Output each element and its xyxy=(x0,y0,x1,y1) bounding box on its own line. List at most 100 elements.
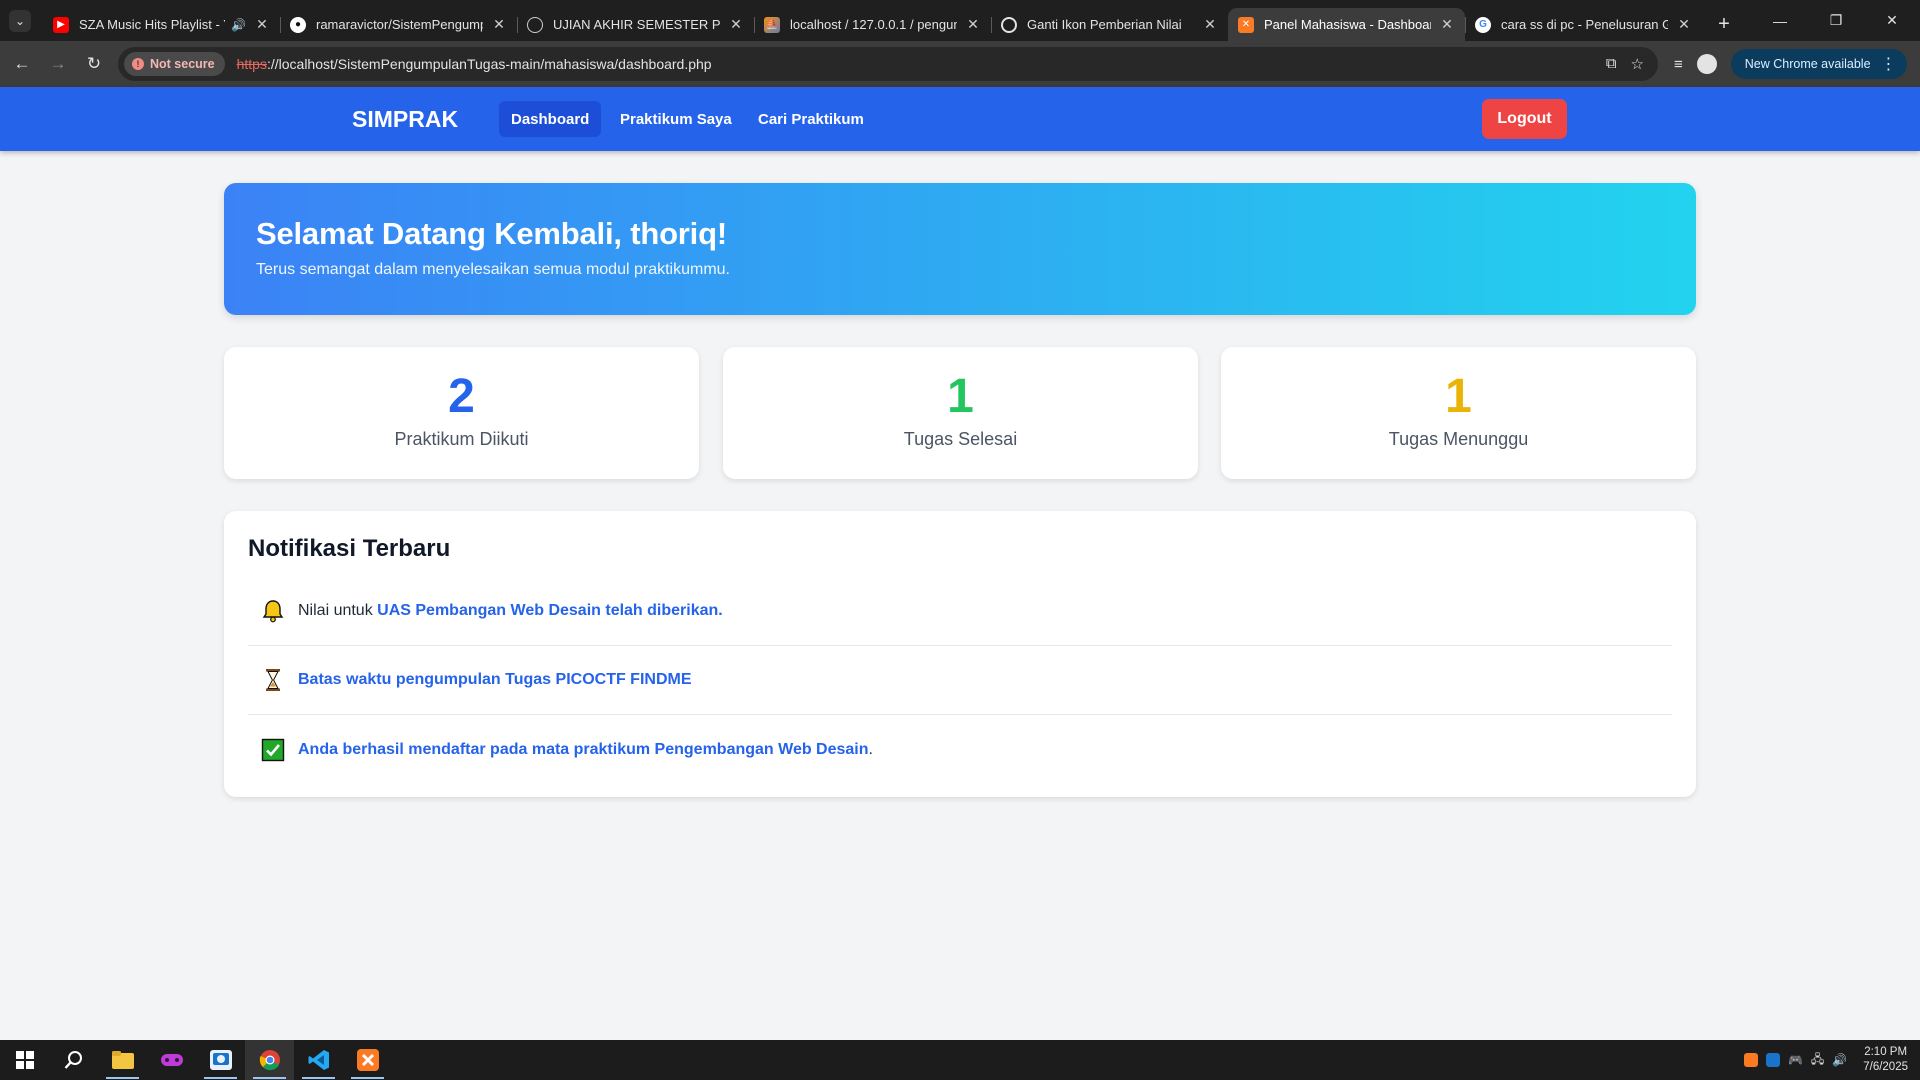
app-tray-icon[interactable] xyxy=(1765,1053,1780,1067)
browser-tab[interactable]: UJIAN AKHIR SEMESTER PDW.pdf ✕ xyxy=(517,8,754,41)
xampp-icon: ✕ xyxy=(1238,16,1254,33)
site-security-chip[interactable]: ! Not secure xyxy=(124,52,225,76)
stat-card-tugas-selesai: 1 Tugas Selesai xyxy=(723,347,1198,479)
tab-title: Panel Mahasiswa - Dashboard xyxy=(1264,17,1431,32)
address-bar[interactable]: ! Not secure https://localhost/SistemPen… xyxy=(118,47,1658,81)
forward-button[interactable]: → xyxy=(40,46,76,82)
browser-tab[interactable]: G cara ss di pc - Penelusuran Google ✕ xyxy=(1465,8,1702,41)
nav-dashboard[interactable]: Dashboard xyxy=(499,101,602,137)
chatgpt-icon xyxy=(1001,16,1017,33)
chrome-icon[interactable] xyxy=(245,1040,294,1080)
nav-praktikum-saya[interactable]: Praktikum Saya xyxy=(608,101,744,137)
search-icon[interactable] xyxy=(49,1040,98,1080)
phpmyadmin-icon: ⛵ xyxy=(764,16,780,33)
tab-title: ramaravictor/SistemPengumpulanTugas xyxy=(316,17,483,32)
file-explorer-icon[interactable] xyxy=(98,1040,147,1080)
tab-title: localhost / 127.0.0.1 / pengumpulan xyxy=(790,17,957,32)
hourglass-icon xyxy=(260,667,286,693)
clock-time: 2:10 PM xyxy=(1864,1046,1908,1058)
new-tab-button[interactable]: + xyxy=(1710,13,1738,36)
logout-button[interactable]: Logout xyxy=(1482,99,1567,139)
xampp-tray-icon[interactable] xyxy=(1743,1053,1758,1067)
nav-cari-praktikum[interactable]: Cari Praktikum xyxy=(746,101,876,137)
update-label: New Chrome available xyxy=(1744,57,1871,71)
checkbox-icon xyxy=(260,737,286,763)
welcome-banner: Selamat Datang Kembali, thoriq! Terus se… xyxy=(224,183,1696,315)
notification-item: Nilai untuk UAS Pembangan Web Desain tel… xyxy=(248,577,1672,646)
tab-title: cara ss di pc - Penelusuran Google xyxy=(1501,17,1668,32)
network-icon[interactable]: 🖧 xyxy=(1811,1050,1824,1071)
security-label: Not secure xyxy=(150,57,215,71)
notification-suffix: . xyxy=(868,740,873,758)
notifications-title: Notifikasi Terbaru xyxy=(248,535,451,562)
browser-tab[interactable]: Ganti Ikon Pemberian Nilai ✕ xyxy=(991,8,1228,41)
stat-label: Tugas Selesai xyxy=(903,429,1018,449)
globe-icon xyxy=(527,16,543,33)
stat-label: Tugas Menunggu xyxy=(1388,429,1529,449)
notification-link[interactable]: Anda berhasil mendaftar pada mata prakti… xyxy=(298,741,869,759)
chat-app-icon[interactable] xyxy=(196,1040,245,1080)
stat-card-praktikum: 2 Praktikum Diikuti xyxy=(224,347,699,479)
browser-tab[interactable]: ● ramaravictor/SistemPengumpulanTugas ✕ xyxy=(280,8,517,41)
browser-tab[interactable]: ⛵ localhost / 127.0.0.1 / pengumpulan ✕ xyxy=(754,8,991,41)
tab-title: UJIAN AKHIR SEMESTER PDW.pdf xyxy=(553,17,720,32)
browser-toolbar: ← → ↻ ! Not secure https://localhost/Sis… xyxy=(0,41,1920,87)
notification-item: Batas waktu pengumpulan Tugas PICOCTF FI… xyxy=(248,646,1672,715)
close-icon[interactable]: ✕ xyxy=(1202,16,1218,33)
tab-title: Ganti Ikon Pemberian Nilai xyxy=(1027,17,1182,32)
browser-tab-active[interactable]: ✕ Panel Mahasiswa - Dashboard ✕ xyxy=(1228,8,1465,41)
browser-tab[interactable]: ▶ SZA Music Hits Playlist - YouTube 🔊 ✕ xyxy=(43,8,280,41)
bookmark-star-icon[interactable]: ☆ xyxy=(1631,55,1644,73)
welcome-subtitle: Terus semangat dalam menyelesaikan semua… xyxy=(256,261,730,278)
notification-link[interactable]: Batas waktu pengumpulan Tugas PICOCTF FI… xyxy=(298,671,692,689)
back-button[interactable]: ← xyxy=(4,46,40,82)
window-controls: — ❐ ✕ xyxy=(1752,0,1920,41)
speaker-icon[interactable]: 🔊 xyxy=(231,18,246,32)
close-icon[interactable]: ✕ xyxy=(1676,16,1692,33)
close-icon[interactable]: ✕ xyxy=(491,16,507,33)
notification-link[interactable]: UAS Pembangan Web Desain telah diberikan… xyxy=(377,602,723,620)
reload-button[interactable]: ↻ xyxy=(76,46,112,82)
translate-icon[interactable]: ⧉ xyxy=(1606,55,1617,73)
brand-logo[interactable]: SIMPRAK xyxy=(352,106,458,133)
close-icon[interactable]: ✕ xyxy=(1439,16,1455,33)
media-controls-icon[interactable]: ≡ xyxy=(1674,56,1683,73)
vscode-icon[interactable] xyxy=(294,1040,343,1080)
update-chrome-button[interactable]: New Chrome available ⋮ xyxy=(1730,49,1907,79)
xampp-icon[interactable] xyxy=(343,1040,392,1080)
stat-label: Praktikum Diikuti xyxy=(394,429,529,449)
close-icon[interactable]: ✕ xyxy=(254,16,270,33)
restore-icon[interactable]: ❐ xyxy=(1808,0,1864,41)
clock[interactable]: 2:10 PM 7/6/2025 xyxy=(1863,1045,1908,1075)
app-navbar: SIMPRAK Dashboard Praktikum Saya Cari Pr… xyxy=(0,87,1920,151)
windows-taskbar: 🎮 🖧 🔊 2:10 PM 7/6/2025 xyxy=(0,1040,1920,1080)
notifications-panel: Notifikasi Terbaru Nilai untuk UAS Pemba… xyxy=(224,511,1696,797)
notification-prefix: Nilai untuk xyxy=(298,602,378,619)
windows-start-icon[interactable] xyxy=(0,1040,49,1080)
close-window-icon[interactable]: ✕ xyxy=(1864,0,1920,41)
controller-tray-icon[interactable]: 🎮 xyxy=(1788,1053,1803,1067)
url-path: ://localhost/SistemPengumpulanTugas-main… xyxy=(266,56,712,72)
bell-icon xyxy=(260,598,286,624)
url-scheme: https xyxy=(236,56,267,72)
warning-icon: ! xyxy=(132,58,144,70)
github-icon: ● xyxy=(290,16,306,33)
kebab-menu-icon[interactable]: ⋮ xyxy=(1881,54,1897,74)
url-text[interactable]: https://localhost/SistemPengumpulanTugas… xyxy=(237,56,712,72)
profile-avatar[interactable] xyxy=(1696,54,1717,74)
welcome-title: Selamat Datang Kembali, thoriq! xyxy=(256,216,727,251)
game-controller-icon[interactable] xyxy=(147,1040,196,1080)
browser-tab-strip: ⌄ ▶ SZA Music Hits Playlist - YouTube 🔊 … xyxy=(0,0,1920,41)
volume-icon[interactable]: 🔊 xyxy=(1832,1053,1847,1067)
stat-value: 1 xyxy=(947,370,974,423)
close-icon[interactable]: ✕ xyxy=(728,16,744,33)
tab-title: SZA Music Hits Playlist - YouTube xyxy=(79,17,225,32)
stat-value: 2 xyxy=(448,370,475,423)
minimize-icon[interactable]: — xyxy=(1752,0,1808,41)
youtube-icon: ▶ xyxy=(53,16,69,33)
stat-value: 1 xyxy=(1445,370,1472,423)
stat-card-tugas-menunggu: 1 Tugas Menunggu xyxy=(1221,347,1696,479)
tab-search-button[interactable]: ⌄ xyxy=(9,9,31,32)
close-icon[interactable]: ✕ xyxy=(965,16,981,33)
google-icon: G xyxy=(1475,16,1491,33)
